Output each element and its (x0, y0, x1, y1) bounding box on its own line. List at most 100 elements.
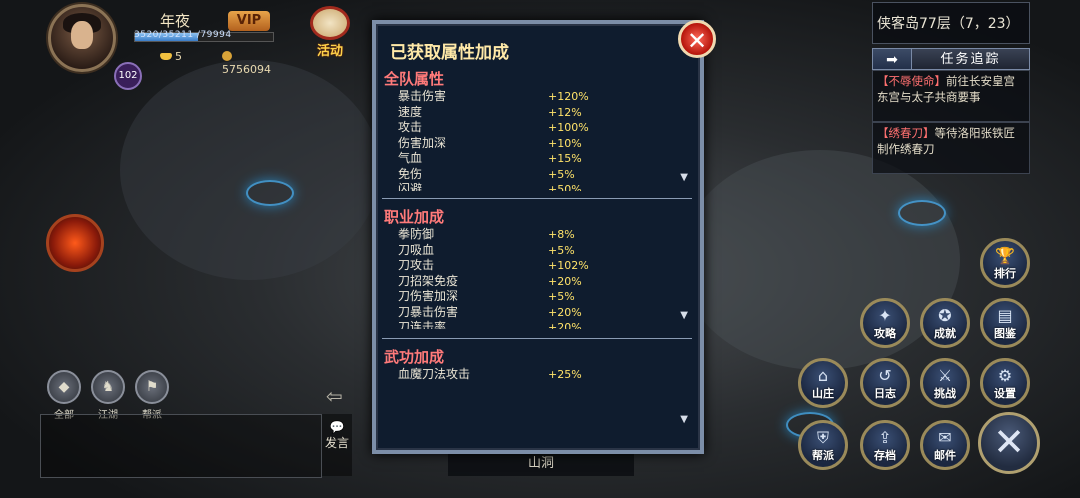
attribute-value: +12% (548, 105, 582, 119)
attribute-value: +50% (548, 183, 582, 191)
dialog-close-button[interactable]: ✕ (678, 20, 716, 58)
attribute-name: 速度 (398, 104, 423, 119)
button-label: 山庄 (812, 387, 834, 400)
attribute-row: 血魔刀法攻击 +25% (384, 367, 692, 383)
scroll-down-icon[interactable]: ▼ (680, 414, 688, 425)
rank-button[interactable]: 🏆 排行 (980, 238, 1030, 288)
attribute-value: +25% (548, 368, 582, 381)
attribute-name: 刀攻击 (398, 258, 435, 272)
arrow-right-icon[interactable]: ➡ (872, 48, 912, 70)
attribute-value: +20% (548, 274, 582, 288)
close-menu-button[interactable]: ✕ (978, 412, 1040, 474)
attribute-value: +5% (548, 243, 575, 257)
quest-tag: 【不辱使命】 (877, 74, 946, 88)
attribute-name: 刀伤害加深 (398, 289, 459, 303)
clock-icon: ↺ (878, 366, 892, 385)
attribute-row: 刀招架免疫 +20% (384, 274, 692, 290)
attribute-row: 刀吸血 +5% (384, 243, 692, 259)
coin-value: 5756094 (222, 63, 271, 76)
button-label: 图鉴 (994, 327, 1016, 340)
attribute-row: 刀暴击伤害 +20% (384, 305, 692, 321)
attribute-name: 气血 (398, 151, 423, 165)
attribute-name: 刀吸血 (398, 242, 435, 257)
attribute-row: 刀伤害加深 +5% (384, 289, 692, 305)
button-label: 邮件 (934, 449, 956, 462)
attribute-value: +120% (548, 90, 589, 103)
attribute-name: 拳防御 (398, 227, 435, 241)
guide-button[interactable]: ✦ 攻略 (860, 298, 910, 348)
class-attribute-list[interactable]: 拳防御 +8% 刀吸血 +5% 刀攻击 +102% 刀招架免疫 +20% 刀伤害加深 +5… (384, 227, 692, 329)
quest-tracker-header: ➡ 任务追踪 (872, 48, 1030, 70)
chat-collapse-icon[interactable]: ⇦ (326, 384, 343, 408)
medal-icon: ✪ (938, 306, 952, 325)
button-label: 帮派 (812, 449, 834, 462)
scroll-down-icon[interactable]: ▼ (680, 310, 688, 321)
banner-icon: ⚑ (135, 370, 169, 404)
guild-icon: ⛨ (816, 428, 829, 447)
attribute-value: +15% (548, 152, 582, 165)
attribute-row: 伤害加深 +10% (384, 136, 692, 152)
attribute-row: 暴击伤害 +120% (384, 89, 692, 105)
player-name: 年夜 (160, 12, 191, 30)
house-icon: ⌂ (817, 366, 829, 385)
hp-text: 3520/35211 /79994 (134, 30, 232, 40)
attribute-name: 暴击伤害 (398, 89, 447, 103)
attribute-value: +20% (548, 305, 582, 319)
dialog-title: 已获取属性加成 (390, 43, 509, 63)
chat-log[interactable] (40, 414, 322, 478)
achievement-button[interactable]: ✪ 成就 (920, 298, 970, 348)
coin-icon (222, 51, 232, 61)
vip-badge[interactable]: VIP (228, 11, 270, 31)
guild-button[interactable]: ⛨ 帮派 (798, 420, 848, 470)
attribute-value: +5% (548, 290, 575, 303)
map-location[interactable]: 侠客岛77层（7，23） (872, 2, 1030, 44)
save-button[interactable]: ⇪ 存档 (860, 420, 910, 470)
button-label: 排行 (994, 267, 1016, 280)
manor-button[interactable]: ⌂ 山庄 (798, 358, 848, 408)
compass-icon: ✦ (878, 306, 892, 325)
attribute-name: 刀连击率 (398, 320, 447, 329)
button-label: 存档 (874, 449, 896, 462)
speech-icon: 💬 (329, 420, 345, 434)
player-level-badge: 102 (114, 62, 142, 90)
mail-button[interactable]: ✉ 邮件 (920, 420, 970, 470)
player-panel[interactable]: 102 年夜 VIP 3520/35211 /79994 5 5756094 (22, 0, 282, 90)
attribute-value: +102% (548, 259, 589, 272)
attribute-row: 速度 +12% (384, 105, 692, 121)
fighters-icon: ⚔ (937, 366, 953, 385)
section-class: 职业加成 拳防御 +8% 刀吸血 +5% 刀攻击 +102% 刀招架免疫 +20% 刀伤… (384, 206, 692, 329)
attribute-name: 刀招架免疫 (398, 273, 459, 288)
martial-attribute-list[interactable]: 血魔刀法攻击 +25% (384, 367, 692, 427)
scroll-down-icon[interactable]: ▼ (680, 172, 688, 183)
send-message-button[interactable]: 💬 发言 (322, 414, 352, 476)
quest-tag: 【绣春刀】 (877, 126, 935, 140)
settings-button[interactable]: ⚙ 设置 (980, 358, 1030, 408)
attribute-row: 攻击 +100% (384, 120, 692, 136)
attribute-row: 免伤 +5% (384, 167, 692, 183)
section-divider (382, 338, 692, 339)
attribute-name: 免伤 (398, 166, 423, 181)
quest-tracker-title[interactable]: 任务追踪 (912, 48, 1030, 70)
attribute-name: 闪避 (398, 182, 423, 191)
player-avatar[interactable] (48, 4, 116, 72)
challenge-button[interactable]: ⚔ 挑战 (920, 358, 970, 408)
skill-button[interactable] (46, 214, 104, 272)
quest-item[interactable]: 【绣春刀】等待洛阳张铁匠制作绣春刀 (872, 122, 1030, 174)
trophy-icon: 🏆 (995, 246, 1015, 265)
team-attribute-list[interactable]: 暴击伤害 +120% 速度 +12% 攻击 +100% 伤害加深 +10% 气血 +15%… (384, 89, 692, 191)
codex-button[interactable]: ▤ 图鉴 (980, 298, 1030, 348)
attribute-row: 闪避 +50% (384, 182, 692, 191)
button-label: 成就 (934, 327, 956, 340)
ingot-count: 5 (160, 50, 182, 63)
attribute-name: 伤害加深 (398, 135, 447, 150)
coin-count: 5756094 (222, 50, 282, 76)
activity-button[interactable]: 活动 (300, 6, 360, 60)
attribute-value: +100% (548, 121, 589, 134)
ingot-icon (160, 53, 172, 60)
quest-item[interactable]: 【不辱使命】前往长安皇宫东宫与太子共商要事 (872, 70, 1030, 122)
send-label: 发言 (324, 436, 349, 450)
diamond-icon: ◆ (47, 370, 81, 404)
button-label: 日志 (874, 387, 896, 400)
button-label: 攻略 (874, 327, 896, 340)
journal-button[interactable]: ↺ 日志 (860, 358, 910, 408)
